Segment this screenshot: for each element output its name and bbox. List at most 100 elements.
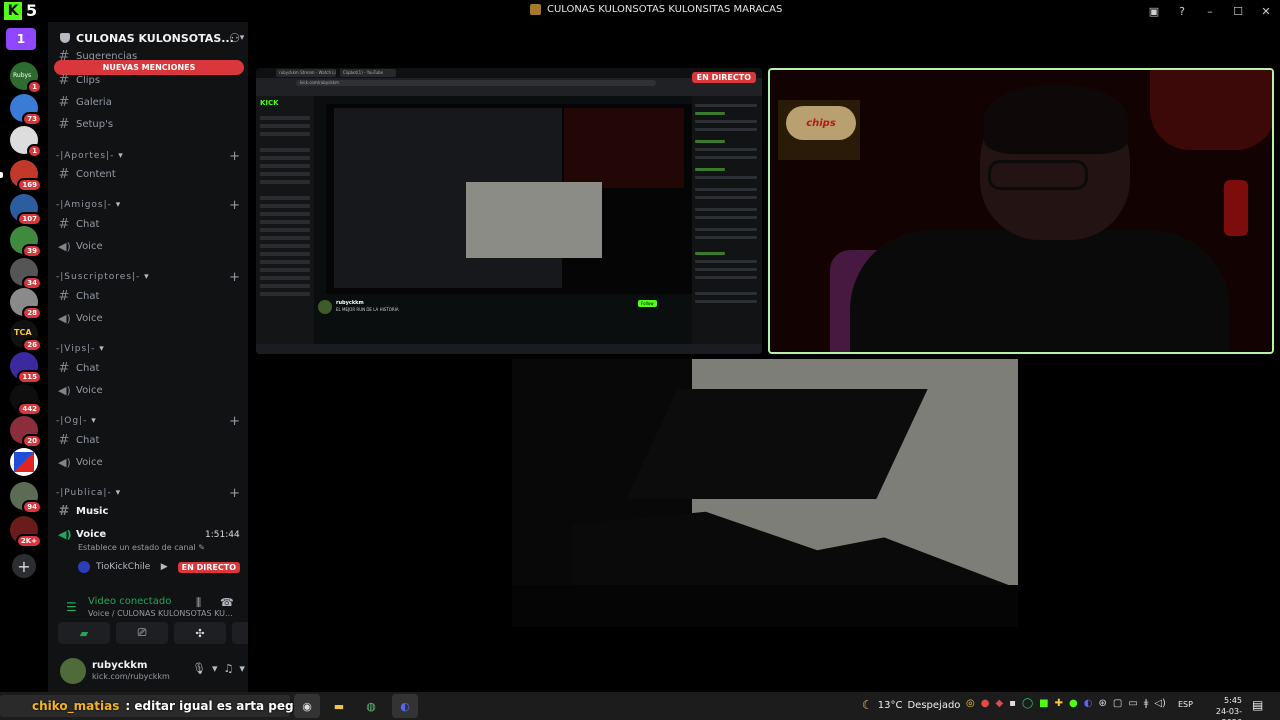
create-channel-icon[interactable]: + bbox=[229, 270, 241, 285]
camera-button[interactable]: ▰ bbox=[58, 622, 110, 644]
voice-status[interactable]: Video conectado bbox=[88, 596, 171, 607]
create-channel-icon[interactable]: + bbox=[229, 486, 241, 501]
chat-line bbox=[695, 216, 757, 219]
tray-app-icon[interactable]: ▢ bbox=[1113, 698, 1122, 709]
category-suscriptores[interactable]: -|Suscriptores|- ▾ + bbox=[56, 270, 241, 285]
headphones-icon[interactable]: ♫ bbox=[224, 662, 234, 675]
disconnect-icon[interactable]: ☎ bbox=[220, 596, 234, 609]
clock[interactable]: 5:45 24-03-2026 bbox=[1200, 695, 1242, 720]
category-og[interactable]: -|Og|- ▾ + bbox=[56, 414, 241, 429]
activities-button[interactable]: ✣ bbox=[174, 622, 226, 644]
chat-line bbox=[695, 128, 757, 131]
server-icon-14[interactable]: 94 bbox=[10, 482, 42, 514]
channel-suscriptores-chat[interactable]: # Chat bbox=[58, 287, 238, 305]
chrome-icon[interactable]: ◍ bbox=[358, 694, 384, 718]
minimize-button[interactable]: – bbox=[1196, 5, 1224, 18]
channel-og-chat[interactable]: # Chat bbox=[58, 431, 238, 449]
server-rubys[interactable]: Rubys 1 bbox=[10, 62, 42, 94]
category-aportes[interactable]: -|Aportes|- ▾ + bbox=[56, 149, 241, 164]
server-icon-3[interactable]: 1 bbox=[10, 126, 42, 158]
set-channel-status-link[interactable]: Establece un estado de canal ✎ bbox=[78, 543, 205, 552]
server-icon-4[interactable]: 169 bbox=[10, 160, 42, 192]
weather-temp: 13°C bbox=[877, 699, 903, 711]
create-channel-icon[interactable]: + bbox=[229, 149, 241, 164]
server-icon-8[interactable]: 28 bbox=[10, 288, 42, 320]
twitch-logo-icon[interactable]: 1 bbox=[6, 28, 36, 50]
channel-galeria[interactable]: # Galeria bbox=[58, 93, 238, 111]
chevron-down-icon[interactable]: ▾ bbox=[212, 662, 218, 675]
tray-phone-icon[interactable]: ▪ bbox=[1009, 698, 1016, 709]
invite-people-icon[interactable]: ⚇ bbox=[229, 31, 240, 45]
channel-setups[interactable]: # Setup's bbox=[58, 115, 238, 133]
camera-tile[interactable] bbox=[512, 359, 1018, 627]
server-icon-6[interactable]: 39 bbox=[10, 226, 42, 258]
tray-app-icon[interactable]: ▭ bbox=[1128, 698, 1137, 709]
close-button[interactable]: ✕ bbox=[1252, 5, 1280, 18]
server-icon-7[interactable]: 34 bbox=[10, 258, 42, 290]
category-vips[interactable]: -|Vips|- ▾ bbox=[56, 342, 241, 356]
screen-share-button[interactable]: ⎚ bbox=[116, 622, 168, 644]
obs-icon[interactable]: ◉ bbox=[294, 694, 320, 718]
help-icon[interactable]: ? bbox=[1168, 5, 1196, 18]
create-channel-icon[interactable]: + bbox=[229, 414, 241, 429]
maximize-button[interactable]: ☐ bbox=[1224, 5, 1252, 18]
channel-vips-voice[interactable]: ◀) Voice bbox=[58, 381, 238, 399]
server-icon-15[interactable]: 2K+ bbox=[10, 516, 42, 548]
signal-icon[interactable]: ☰ bbox=[66, 600, 77, 614]
server-icon bbox=[530, 4, 541, 15]
hash-icon: # bbox=[58, 216, 70, 232]
server-badge: 2K+ bbox=[15, 534, 42, 548]
tray-app-icon[interactable]: ■ bbox=[1039, 698, 1048, 709]
category-amigos[interactable]: -|Amigos|- ▾ + bbox=[56, 198, 241, 213]
tray-app-icon[interactable]: ◎ bbox=[966, 698, 975, 709]
weather-widget[interactable]: ☾ 13°C Despejado bbox=[862, 698, 960, 712]
channel-suscriptores-voice[interactable]: ◀) Voice bbox=[58, 309, 238, 327]
kick-logo-icon[interactable]: K bbox=[4, 2, 22, 20]
screen-share-tile[interactable]: rubyckkm Stream - Watch Live Clipbot(1) … bbox=[256, 68, 762, 354]
tray-mic-icon[interactable]: ● bbox=[981, 698, 990, 709]
voice-member[interactable]: TioKickChile ▶ EN DIRECTO bbox=[78, 559, 240, 575]
file-explorer-icon[interactable]: ▬ bbox=[326, 694, 352, 718]
tray-discord-icon[interactable]: ◐ bbox=[1084, 698, 1093, 709]
server-icon-9[interactable]: TCA 26 bbox=[10, 320, 42, 352]
channel-clips[interactable]: # Clips bbox=[58, 71, 238, 89]
server-icon-13[interactable] bbox=[10, 448, 38, 476]
server-badge: 39 bbox=[22, 244, 42, 258]
discord-icon[interactable]: ◐ bbox=[392, 694, 418, 718]
notifications-icon[interactable]: ▤ bbox=[1252, 698, 1263, 712]
channel-music[interactable]: # Music bbox=[58, 502, 238, 520]
channel-content[interactable]: # Content bbox=[58, 165, 238, 183]
noise-suppression-icon[interactable]: ⫼ bbox=[196, 596, 201, 610]
create-channel-icon[interactable]: + bbox=[229, 198, 241, 213]
steam-icon[interactable]: ⊛ bbox=[1098, 698, 1106, 709]
category-publica[interactable]: -|Publica|- ▾ + bbox=[56, 486, 241, 501]
microphone-icon[interactable]: 🎙 bbox=[192, 662, 206, 675]
volume-icon[interactable]: ◁) bbox=[1154, 698, 1166, 709]
webcam-person-hair bbox=[984, 84, 1128, 154]
language-indicator[interactable]: ESP bbox=[1178, 700, 1193, 709]
channel-og-voice[interactable]: ◀) Voice bbox=[58, 453, 238, 471]
channel-amigos-voice[interactable]: ◀) Voice bbox=[58, 237, 238, 255]
server-icon-10[interactable]: 115 bbox=[10, 352, 42, 384]
tray-record-icon[interactable]: ◆ bbox=[995, 698, 1003, 709]
server-icon-12[interactable]: 20 bbox=[10, 416, 42, 448]
add-server-button[interactable]: + bbox=[12, 554, 36, 578]
avatar[interactable] bbox=[60, 658, 86, 684]
webcam-tile[interactable]: chips bbox=[768, 68, 1274, 354]
tray-app-icon[interactable]: ● bbox=[1069, 698, 1078, 709]
whatsapp-icon[interactable]: ◯ bbox=[1022, 698, 1033, 709]
window-controls: ▣ ? – ☐ ✕ bbox=[1140, 0, 1280, 22]
chevron-down-icon[interactable]: ▾ bbox=[239, 662, 245, 675]
server-icon-11[interactable]: 442 bbox=[10, 384, 42, 416]
channel-amigos-chat[interactable]: # Chat bbox=[58, 215, 238, 233]
live-badge: EN DIRECTO bbox=[691, 72, 756, 83]
user-name[interactable]: rubyckkm bbox=[92, 660, 147, 671]
microphone-icon[interactable]: ǂ bbox=[1144, 698, 1149, 709]
tray-app-icon[interactable]: ✚ bbox=[1055, 698, 1063, 709]
voice-channel-detail[interactable]: Voice / CULONAS KULONSOTAS KU... bbox=[88, 609, 238, 618]
chat-line bbox=[695, 196, 757, 199]
channel-vips-chat[interactable]: # Chat bbox=[58, 359, 238, 377]
server-icon-5[interactable]: 107 bbox=[10, 194, 42, 226]
server-icon-2[interactable]: 73 bbox=[10, 94, 42, 126]
inbox-icon[interactable]: ▣ bbox=[1140, 5, 1168, 18]
